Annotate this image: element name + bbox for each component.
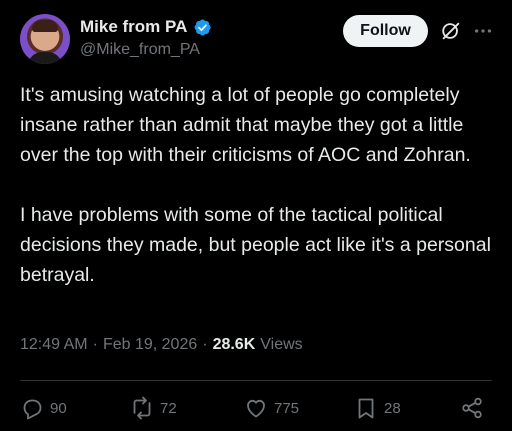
tweet-text: It's amusing watching a lot of people go… xyxy=(20,80,492,290)
more-options-icon[interactable] xyxy=(472,20,494,42)
bookmark-count: 28 xyxy=(384,399,401,417)
views-label: Views xyxy=(260,336,303,353)
meta-separator: · xyxy=(92,336,98,353)
action-bar: 90 72 775 28 xyxy=(20,393,492,423)
share-button[interactable] xyxy=(460,393,484,423)
handle[interactable]: @Mike_from_PA xyxy=(80,41,200,59)
name-row: Mike from PA xyxy=(80,17,212,37)
tweet-time[interactable]: 12:49 AM xyxy=(20,336,88,354)
share-icon xyxy=(462,397,482,419)
reply-button[interactable]: 90 xyxy=(20,393,67,423)
tweet-paragraph: I have problems with some of the tactica… xyxy=(20,204,491,286)
tweet-date[interactable]: Feb 19, 2026 xyxy=(103,336,197,354)
tweet-paragraph: It's amusing watching a lot of people go… xyxy=(20,84,471,166)
avatar-hair xyxy=(32,20,58,32)
like-button[interactable]: 775 xyxy=(244,393,299,423)
heart-icon xyxy=(247,399,265,418)
tweet-header: Mike from PA @Mike_from_PA Follow xyxy=(20,14,496,64)
like-count: 775 xyxy=(274,399,300,417)
repost-icon xyxy=(133,396,151,420)
tweet-meta: 12:49 AM · Feb 19, 2026 · 28.6K Views xyxy=(20,336,303,354)
repost-button[interactable]: 72 xyxy=(130,393,177,423)
avatar[interactable] xyxy=(20,14,70,64)
display-name[interactable]: Mike from PA xyxy=(80,17,187,37)
meta-separator: · xyxy=(202,336,208,353)
avatar-shirt xyxy=(28,52,62,64)
divider xyxy=(20,380,492,381)
views-count[interactable]: 28.6K xyxy=(213,336,256,354)
grok-icon[interactable] xyxy=(440,20,462,42)
reply-icon xyxy=(23,399,42,420)
reply-count: 90 xyxy=(50,399,67,417)
repost-count: 72 xyxy=(160,399,177,417)
bookmark-button[interactable]: 28 xyxy=(354,393,401,423)
follow-button[interactable]: Follow xyxy=(343,15,428,47)
verified-badge-icon xyxy=(194,18,211,36)
bookmark-icon xyxy=(358,398,374,419)
